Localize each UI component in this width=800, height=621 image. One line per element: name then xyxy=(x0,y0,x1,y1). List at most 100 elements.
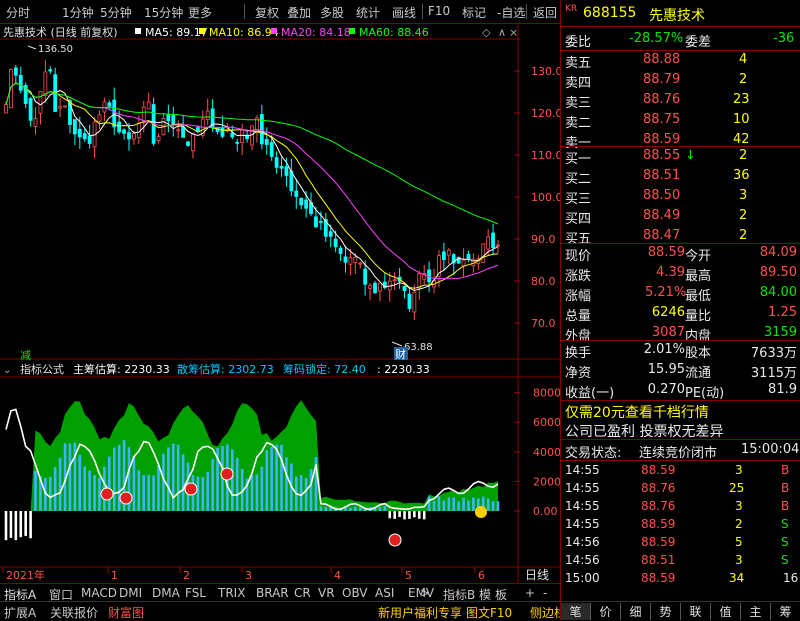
tick-row: 14:55 88.59 2 S xyxy=(561,516,800,534)
indicator-label-3: : 2230.33 xyxy=(377,363,430,376)
stat-value: 88.59 xyxy=(647,245,685,260)
candle-body xyxy=(392,279,397,282)
toolbar-9[interactable]: 画线 xyxy=(392,4,416,21)
tab-asi[interactable]: ASI xyxy=(375,586,394,600)
chevron-up-icon[interactable]: ∧ xyxy=(498,26,506,39)
x-tick-label: 3 xyxy=(245,569,252,582)
candle-body xyxy=(132,132,136,140)
bottom-left-1[interactable]: 关联报价 xyxy=(50,604,98,621)
zoom-out-icon[interactable]: - xyxy=(543,586,547,600)
tab-dma[interactable]: DMA xyxy=(152,586,180,600)
candle-body xyxy=(13,67,18,76)
tick-side: B xyxy=(781,499,790,513)
tick-volume: 3 xyxy=(735,553,743,567)
bottom-left-2[interactable]: 财富图 xyxy=(108,604,144,621)
bottom-center-0[interactable]: 新用户福利专享 xyxy=(378,604,462,621)
toolbar-12[interactable]: -自选 xyxy=(497,4,525,21)
tab-vr[interactable]: VR xyxy=(318,586,335,600)
signal-ball-icon xyxy=(388,533,402,547)
reduce-marker[interactable]: 减 xyxy=(20,349,31,362)
diamond-icon[interactable]: ◇ xyxy=(482,26,491,39)
bottom-left-0[interactable]: 扩展A xyxy=(4,604,36,621)
divider xyxy=(561,26,800,27)
toolbar-2[interactable]: 5分钟 xyxy=(100,4,132,21)
down-arrow-icon: ↓ xyxy=(685,148,696,163)
candle-body xyxy=(294,190,299,197)
bid-volume: 2 xyxy=(739,208,748,223)
divider xyxy=(561,439,800,440)
tick-side: 16 xyxy=(783,571,799,585)
tab-trix[interactable]: TRIX xyxy=(218,586,245,600)
bid-price: 88.47 xyxy=(643,228,681,243)
tab-macd[interactable]: MACD xyxy=(81,586,117,600)
ma5-line xyxy=(5,82,499,291)
close-icon[interactable]: × xyxy=(509,26,518,39)
toolbar-5[interactable]: 复权 xyxy=(255,4,279,21)
tick-time: 15:00 xyxy=(565,571,600,585)
candle-body xyxy=(87,135,92,144)
toolbar-10[interactable]: F10 xyxy=(428,4,450,18)
ask-volume: 4 xyxy=(739,52,748,67)
toolbar-6[interactable]: 叠加 xyxy=(287,4,311,21)
tick-side: S xyxy=(781,553,789,567)
toolbar-4[interactable]: 更多 xyxy=(188,4,212,21)
candle-body xyxy=(333,238,338,248)
zoom-in-icon[interactable]: + xyxy=(525,586,535,600)
candle-body xyxy=(28,98,33,121)
status-row: 交易状态: 连续竞价闭市 15:00:04 xyxy=(561,441,800,461)
toolbar-8[interactable]: 统计 xyxy=(356,4,380,21)
stat-value: 5.21% xyxy=(645,285,687,300)
stock-header: KR 688155 先惠技术 xyxy=(561,4,800,24)
x-tick-label: 6 xyxy=(478,569,485,582)
x-tick-label: 4 xyxy=(334,569,341,582)
candle-body xyxy=(82,133,87,140)
indicator-chevron-icon[interactable]: ⌄ xyxy=(3,365,11,376)
toolbar-3[interactable]: 15分钟 xyxy=(144,4,183,21)
indicator-name[interactable]: 指标公式 xyxy=(20,362,64,376)
y-tick-label: 90.0 xyxy=(531,233,556,246)
tabs-scroll-right-icon[interactable]: > xyxy=(420,586,430,600)
x-tick-label: 2 xyxy=(183,569,190,582)
y-tick-label: 120.0 xyxy=(531,107,560,120)
status-label: 交易状态: xyxy=(565,446,622,461)
toolbar-1[interactable]: 1分钟 xyxy=(62,4,94,21)
y-tick-label: 70.0 xyxy=(531,317,556,330)
tick-row: 15:00 88.59 34 16 xyxy=(561,570,800,588)
candle-body xyxy=(259,114,264,145)
tick-time: 14:55 xyxy=(565,517,600,531)
stat2-value: 3115万 xyxy=(750,366,797,381)
stat2-value: 81.9 xyxy=(768,382,797,397)
candle-body xyxy=(171,115,176,125)
stat-value: 89.50 xyxy=(759,265,797,280)
x-tick-label: 2021年 xyxy=(6,568,45,582)
toolbar-7[interactable]: 多股 xyxy=(320,4,344,21)
tab-dmi[interactable]: DMI xyxy=(119,586,142,600)
bid-price: 88.51 xyxy=(643,168,681,183)
status-time: 15:00:04 xyxy=(741,442,800,457)
finance-marker[interactable]: 财 xyxy=(395,347,406,361)
toolbar-11[interactable]: 标记 xyxy=(462,4,486,21)
indicator-label-2: 筹码锁定: 72.40 xyxy=(283,362,366,376)
candle-body xyxy=(378,282,382,292)
ask-row: 卖三 88.76 23 xyxy=(561,91,800,111)
stat-label: 最低 xyxy=(685,289,712,304)
bid-volume: 2 xyxy=(739,148,748,163)
toolbar-13[interactable]: 返回 xyxy=(533,4,557,21)
candle-body xyxy=(97,114,102,122)
period-label[interactable]: 日线 xyxy=(525,568,549,582)
tab-cr[interactable]: CR xyxy=(294,586,311,600)
candle-body xyxy=(156,136,161,141)
bottom-center-1[interactable]: 图文F10 xyxy=(466,604,512,621)
tick-volume: 3 xyxy=(735,463,743,477)
ma-swatch xyxy=(349,28,355,34)
tab-brar[interactable]: BRAR xyxy=(256,586,289,600)
promo-row[interactable]: 仅需20元查看千档行情 xyxy=(561,401,800,421)
chart-area[interactable]: 先惠技术 (日线 前复权) MA5: 89.17 MA10: 86.94 MA20: … xyxy=(0,24,560,583)
tab-fsl[interactable]: FSL xyxy=(185,586,206,600)
tick-price: 88.59 xyxy=(641,517,676,531)
ask-price: 88.76 xyxy=(643,92,681,107)
toolbar-0[interactable]: 分时 xyxy=(6,4,30,21)
tab-obv[interactable]: OBV xyxy=(342,586,368,600)
candle-body xyxy=(43,71,48,96)
candle-body xyxy=(176,129,181,132)
